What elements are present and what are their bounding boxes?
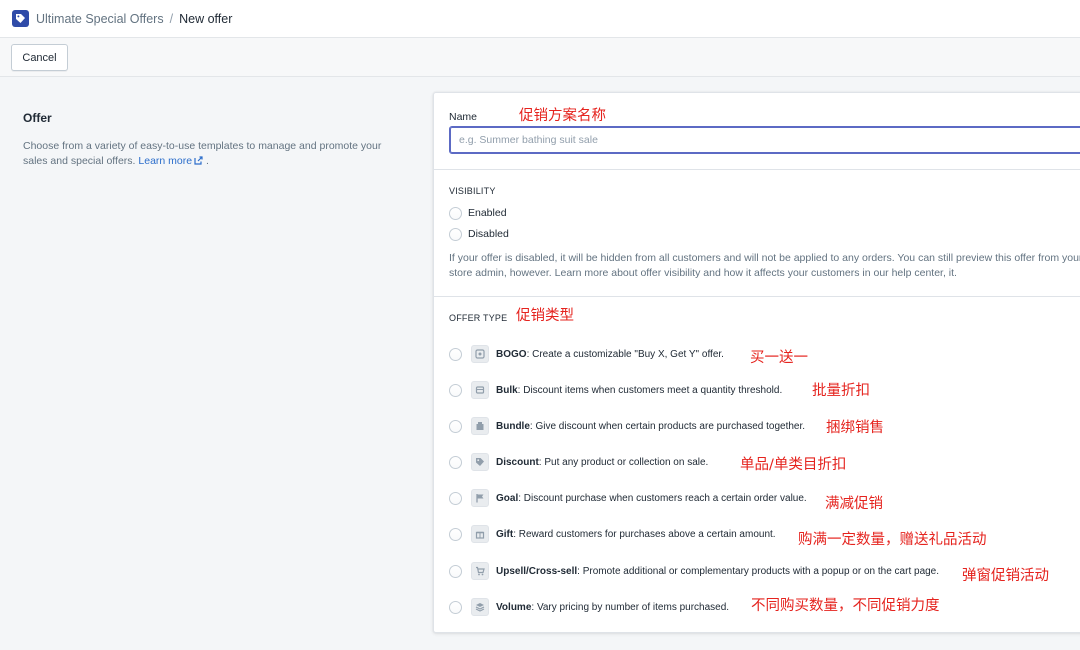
- annotation-bulk: 批量折扣: [812, 383, 870, 399]
- bundle-icon: [471, 417, 489, 435]
- action-bar: Cancel: [0, 38, 1080, 77]
- offer-type-bulk[interactable]: Bulk: Discount items when customers meet…: [449, 380, 782, 400]
- offer-type-desc: : Promote additional or complementary pr…: [577, 565, 940, 577]
- annotation-discount: 单品/单类目折扣: [740, 457, 847, 473]
- section-description: Choose from a variety of easy-to-use tem…: [23, 139, 403, 169]
- offer-type-desc: : Give discount when certain products ar…: [529, 420, 806, 432]
- radio-discount[interactable]: [449, 455, 462, 469]
- offer-type-name: Gift: [496, 528, 514, 540]
- tag-logo-icon: [12, 10, 29, 27]
- stack-icon: [471, 598, 489, 616]
- gift-icon: [471, 525, 489, 543]
- offer-type-name: Discount: [496, 456, 539, 468]
- offer-type-heading: OFFER TYPE: [449, 313, 508, 323]
- tag-icon: [471, 453, 489, 471]
- offer-type-name: Goal: [496, 492, 519, 504]
- cancel-button[interactable]: Cancel: [11, 44, 68, 71]
- learn-more-label: Learn more: [138, 155, 193, 167]
- annotation-volume: 不同购买数量，不同促销力度: [751, 598, 940, 614]
- offer-type-desc: : Vary pricing by number of items purcha…: [531, 601, 730, 613]
- offer-type-discount[interactable]: Discount: Put any product or collection …: [449, 452, 708, 472]
- annotation-gift: 购满一定数量，赠送礼品活动: [798, 532, 987, 548]
- divider: [434, 296, 1080, 297]
- offer-type-desc: : Reward customers for purchases above a…: [513, 528, 776, 540]
- radio-label-enabled: Enabled: [468, 207, 507, 219]
- offer-type-desc: : Put any product or collection on sale.: [538, 456, 709, 468]
- radio-disabled[interactable]: [449, 227, 462, 241]
- name-label: Name: [449, 111, 478, 123]
- annotation-goal: 满减促销: [825, 496, 883, 512]
- annotation-bundle: 捆绑销售: [826, 420, 884, 436]
- radio-goal[interactable]: [449, 491, 462, 505]
- offer-type-bogo[interactable]: BOGO: Create a customizable "Buy X, Get …: [449, 344, 724, 364]
- radio-gift[interactable]: [449, 527, 462, 541]
- offer-type-name: Bulk: [496, 384, 518, 396]
- offer-type-upsell[interactable]: Upsell/Cross-sell: Promote additional or…: [449, 561, 939, 581]
- annotation-bogo: 买一送一: [750, 350, 808, 366]
- annotation-upsell: 弹窗促销活动: [962, 568, 1049, 584]
- offer-type-desc: : Create a customizable "Buy X, Get Y" o…: [526, 348, 724, 360]
- bogo-icon: [471, 345, 489, 363]
- radio-bundle[interactable]: [449, 419, 462, 433]
- flag-icon: [471, 489, 489, 507]
- offer-type-volume[interactable]: Volume: Vary pricing by number of items …: [449, 597, 729, 617]
- offer-type-bundle[interactable]: Bundle: Give discount when certain produ…: [449, 416, 805, 436]
- offer-type-desc: : Discount items when customers meet a q…: [517, 384, 783, 396]
- breadcrumb-app[interactable]: Ultimate Special Offers: [36, 12, 164, 26]
- radio-bogo[interactable]: [449, 347, 462, 361]
- top-bar: Ultimate Special Offers / New offer: [0, 0, 1080, 38]
- description-period: .: [206, 155, 209, 167]
- offer-type-name: Volume: [496, 601, 532, 613]
- external-link-icon: [194, 156, 203, 165]
- visibility-heading: VISIBILITY: [449, 186, 496, 196]
- radio-upsell[interactable]: [449, 564, 462, 578]
- radio-bulk[interactable]: [449, 383, 462, 397]
- offer-type-name: Upsell/Cross-sell: [496, 565, 578, 577]
- radio-enabled[interactable]: [449, 206, 462, 220]
- section-title: Offer: [23, 111, 52, 125]
- offer-type-desc: : Discount purchase when customers reach…: [518, 492, 807, 504]
- learn-more-link[interactable]: Learn more: [138, 155, 203, 167]
- annotation-offer-type: 促销类型: [516, 308, 574, 324]
- bulk-icon: [471, 381, 489, 399]
- offer-type-gift[interactable]: Gift: Reward customers for purchases abo…: [449, 524, 776, 544]
- offer-type-name: BOGO: [496, 348, 527, 360]
- offer-type-goal[interactable]: Goal: Discount purchase when customers r…: [449, 488, 807, 508]
- breadcrumb-current: New offer: [179, 11, 233, 26]
- divider: [434, 169, 1080, 170]
- radio-volume[interactable]: [449, 600, 462, 614]
- visibility-option-enabled[interactable]: Enabled: [449, 205, 507, 221]
- cart-icon: [471, 562, 489, 580]
- name-input[interactable]: [449, 126, 1080, 154]
- radio-label-disabled: Disabled: [468, 228, 509, 240]
- breadcrumb-separator: /: [169, 11, 174, 26]
- visibility-help-text: If your offer is disabled, it will be hi…: [449, 252, 1080, 279]
- section-description-text: Choose from a variety of easy-to-use tem…: [23, 140, 382, 167]
- offer-type-name: Bundle: [496, 420, 530, 432]
- annotation-name: 促销方案名称: [519, 108, 606, 124]
- visibility-option-disabled[interactable]: Disabled: [449, 226, 509, 242]
